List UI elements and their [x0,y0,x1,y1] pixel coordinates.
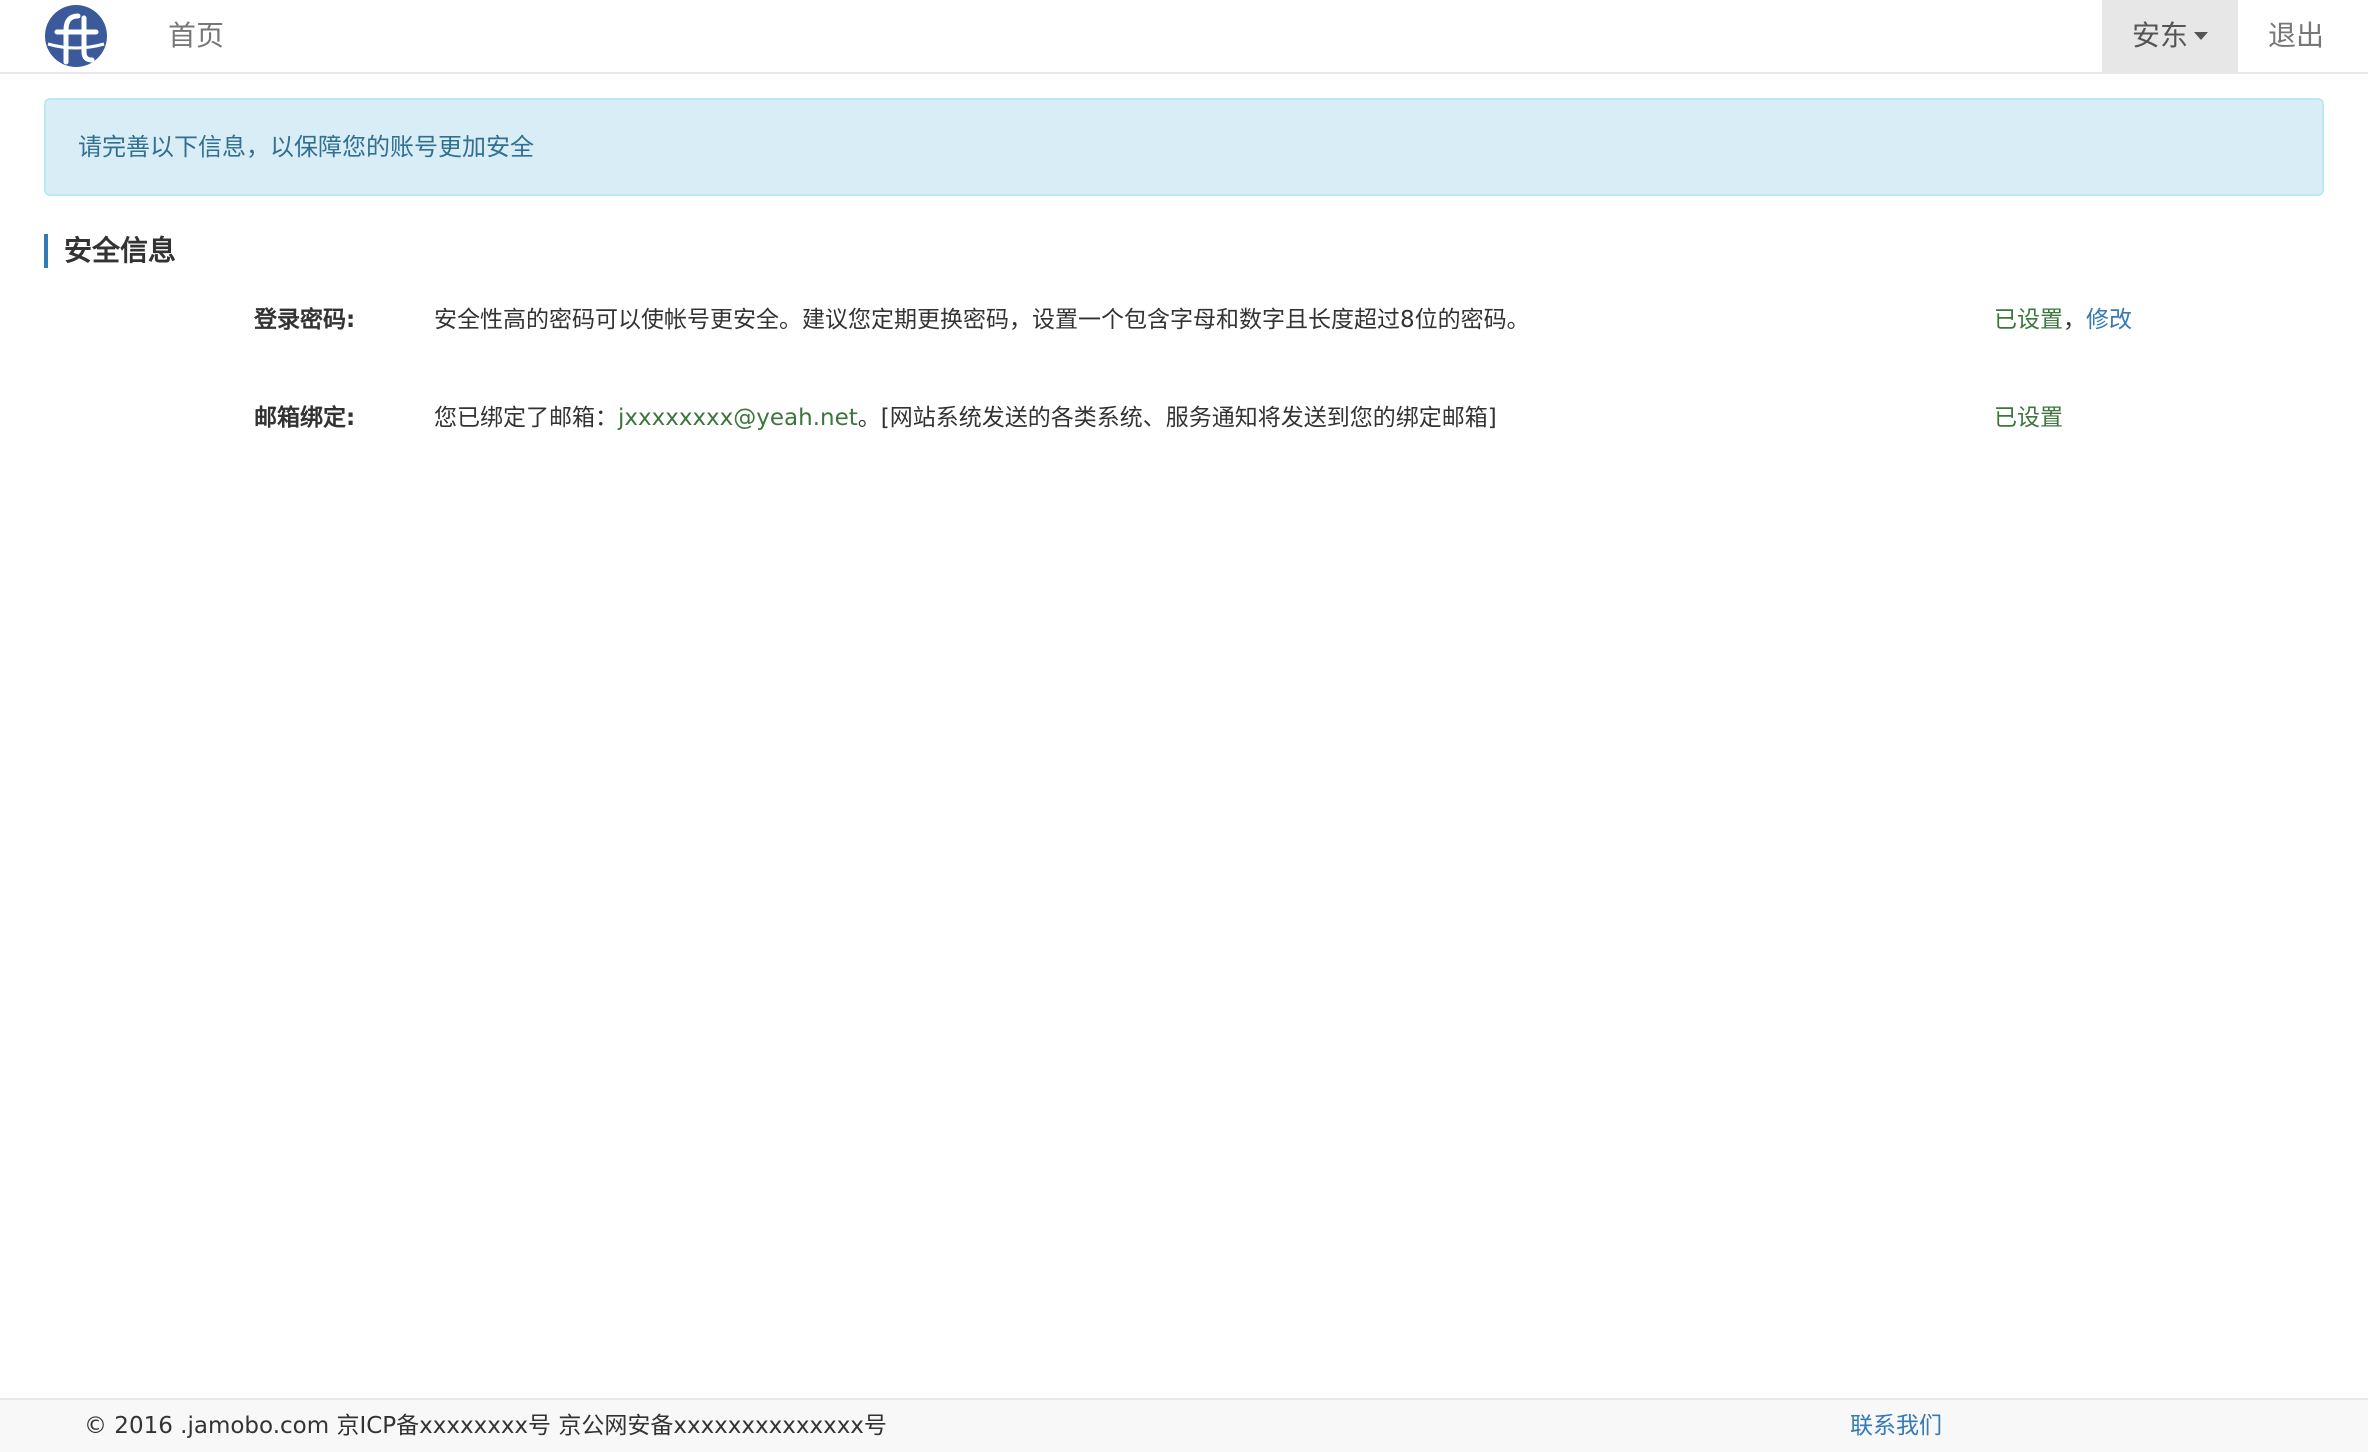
email-status: 已设置 [1994,405,2063,431]
contact-us-link[interactable]: 联系我们 [1850,1400,1942,1452]
status-separator: ， [2063,307,2086,333]
password-status-text: 已设置 [1994,307,2063,333]
top-navbar: 首页 安东 退出 [0,0,2368,74]
page-footer: © 2016 .jamobo.com 京ICP备xxxxxxxx号 京公网安备x… [0,1398,2368,1452]
user-dropdown-button[interactable]: 安东 [2102,0,2238,72]
email-label: 邮箱绑定: [254,405,356,431]
email-row: 邮箱绑定: 您已绑定了邮箱：jxxxxxxxx@yeah.net。[网站系统发送… [0,398,2368,438]
modify-password-link[interactable]: 修改 [2086,307,2132,333]
info-alert: 请完善以下信息，以保障您的账号更加安全 [44,98,2324,196]
footer-copyright: © 2016 .jamobo.com 京ICP备xxxxxxxx号 京公网安备x… [84,1413,887,1439]
bound-email: jxxxxxxxx@yeah.net [618,405,858,431]
alert-message: 请完善以下信息，以保障您的账号更加安全 [78,133,534,161]
user-name: 安东 [2131,19,2188,52]
caret-down-icon [2194,31,2208,40]
password-row: 登录密码: 安全性高的密码可以使帐号更安全。建议您定期更换密码，设置一个包含字母… [0,300,2368,340]
ft-logo-icon[interactable] [44,4,108,68]
logout-link[interactable]: 退出 [2268,0,2324,72]
password-description: 安全性高的密码可以使帐号更安全。建议您定期更换密码，设置一个包含字母和数字且长度… [434,307,1530,333]
email-description: 您已绑定了邮箱：jxxxxxxxx@yeah.net。[网站系统发送的各类系统、… [434,398,1497,438]
email-description-suffix: 。[网站系统发送的各类系统、服务通知将发送到您的绑定邮箱] [857,405,1497,431]
password-status: 已设置，修改 [1994,300,2132,340]
email-description-prefix: 您已绑定了邮箱： [434,405,618,431]
password-label: 登录密码: [254,307,356,333]
nav-home-link[interactable]: 首页 [168,0,224,72]
section-title: 安全信息 [44,234,176,268]
